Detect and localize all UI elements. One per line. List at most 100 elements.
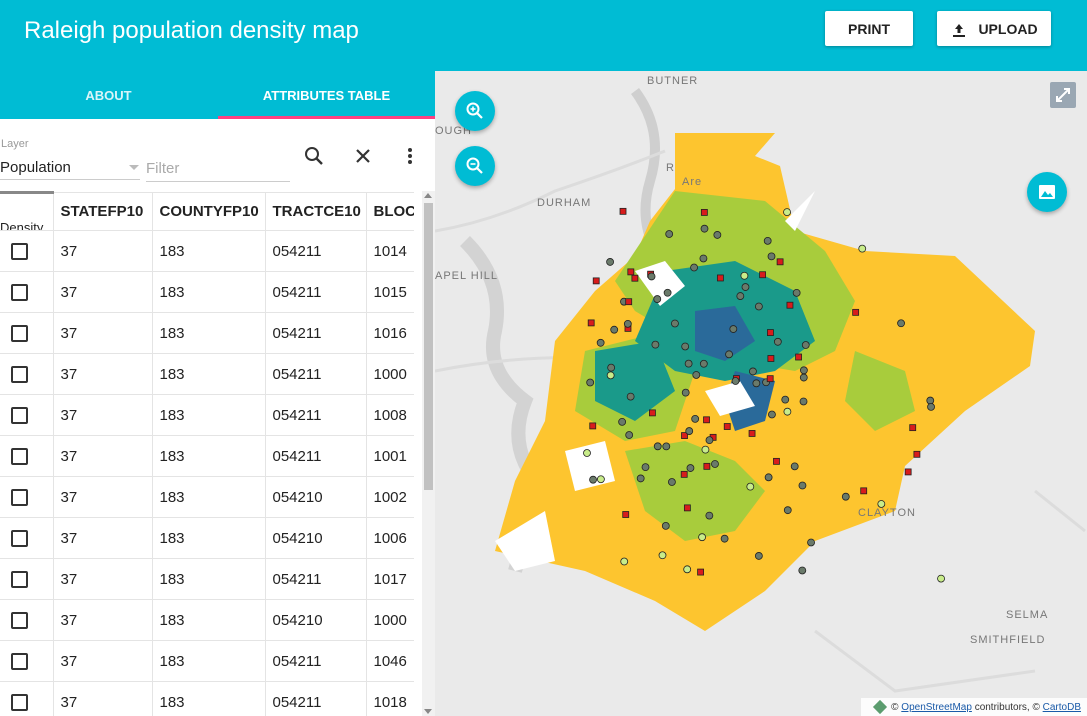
circle-marker <box>841 492 850 501</box>
circle-marker <box>725 350 733 359</box>
table-row[interactable]: 37 183 054211 1000 <box>0 353 414 395</box>
circle-marker <box>768 410 776 419</box>
circle-marker <box>740 271 749 280</box>
attributes-table: Density STATEFP10 COUNTYFP10 TRACTCE10 B… <box>0 191 414 716</box>
select-all-column[interactable]: Density <box>0 191 54 231</box>
table-cell: 1000 <box>366 599 414 641</box>
circle-marker <box>668 478 676 486</box>
circle-marker <box>583 449 591 457</box>
table-row[interactable]: 37 183 054211 1015 <box>0 271 414 313</box>
leaflet-icon <box>873 699 888 715</box>
column-header-countyfp10[interactable]: COUNTYFP10 <box>152 192 266 231</box>
map-view[interactable]: BUTNER DURHAM APEL HILL OUGH CLAYTON SEL… <box>435 71 1087 716</box>
scroll-up-icon[interactable] <box>424 193 432 198</box>
table-cell: 183 <box>152 230 266 272</box>
table-row[interactable]: 37 183 054210 1002 <box>0 476 414 518</box>
table-row[interactable]: 37 183 054211 1018 <box>0 681 414 716</box>
layer-select[interactable]: Population <box>0 156 140 180</box>
circle-marker <box>749 367 757 376</box>
circle-marker <box>596 475 605 484</box>
place-label-clayton: CLAYTON <box>858 507 916 519</box>
circle-marker <box>586 378 595 387</box>
scroll-thumb[interactable] <box>424 203 433 490</box>
row-checkbox[interactable] <box>11 652 28 670</box>
circle-marker <box>684 359 693 368</box>
circle-marker <box>618 417 627 426</box>
row-checkbox[interactable] <box>11 529 28 547</box>
table-row[interactable]: 37 183 054211 1001 <box>0 435 414 477</box>
row-checkbox-cell <box>0 558 54 600</box>
column-header-statefp10[interactable]: STATEFP10 <box>53 192 153 231</box>
row-checkbox[interactable] <box>11 365 28 383</box>
row-checkbox[interactable] <box>11 283 28 301</box>
red-square-marker <box>625 298 633 306</box>
filter-input[interactable] <box>146 156 290 182</box>
table-scrollbar[interactable] <box>422 191 435 716</box>
more-vert-icon[interactable] <box>398 144 422 168</box>
circle-marker <box>663 288 672 297</box>
table-row[interactable]: 37 183 054210 1006 <box>0 517 414 559</box>
osm-link[interactable]: OpenStreetMap <box>901 702 972 713</box>
table-header-row: Density STATEFP10 COUNTYFP10 TRACTCE10 B… <box>0 191 414 231</box>
table-row[interactable]: 37 183 054211 1014 <box>0 230 414 272</box>
table-row[interactable]: 37 183 054211 1016 <box>0 312 414 354</box>
place-label-area: Are <box>682 176 703 188</box>
row-checkbox-cell <box>0 599 54 641</box>
circle-marker <box>662 442 671 451</box>
table-cell: 37 <box>53 435 153 477</box>
table-row[interactable]: 37 183 054210 1000 <box>0 599 414 641</box>
zoom-in-button[interactable] <box>455 91 495 131</box>
circle-marker <box>653 295 662 303</box>
table-cell: 054210 <box>265 517 367 559</box>
row-checkbox[interactable] <box>11 693 28 711</box>
zoom-out-button[interactable] <box>455 146 495 186</box>
red-square-marker <box>680 470 688 478</box>
circle-marker <box>685 427 694 435</box>
place-label-smithfield: SMITHFIELD <box>970 634 1046 646</box>
circle-marker <box>596 338 605 347</box>
row-checkbox[interactable] <box>11 611 28 629</box>
row-checkbox[interactable] <box>11 488 28 506</box>
column-header-bloc[interactable]: BLOC <box>366 192 414 231</box>
place-label-butner: BUTNER <box>647 75 699 87</box>
basemap-button[interactable] <box>1027 172 1067 212</box>
table-cell: 1002 <box>366 476 414 518</box>
table-row[interactable]: 37 183 054211 1046 <box>0 640 414 682</box>
search-icon[interactable] <box>302 144 326 168</box>
circle-marker <box>641 463 650 472</box>
basemap <box>435 88 1086 693</box>
table-row[interactable]: 37 183 054211 1017 <box>0 558 414 600</box>
table-cell: 183 <box>152 394 266 436</box>
upload-button-label: UPLOAD <box>978 20 1038 37</box>
table-cell: 37 <box>53 599 153 641</box>
fullscreen-button[interactable] <box>1050 82 1076 108</box>
circle-marker <box>705 436 714 445</box>
row-checkbox[interactable] <box>11 406 28 424</box>
scroll-down-icon[interactable] <box>424 709 432 714</box>
row-checkbox[interactable] <box>11 324 28 342</box>
row-checkbox[interactable] <box>11 447 28 465</box>
table-cell: 054211 <box>265 435 367 477</box>
red-square-marker <box>913 450 921 458</box>
circle-marker <box>701 445 710 454</box>
table-cell: 37 <box>53 353 153 395</box>
print-button[interactable]: PRINT <box>825 11 913 46</box>
circle-marker <box>658 551 667 560</box>
circle-marker <box>783 208 791 217</box>
row-checkbox[interactable] <box>11 570 28 588</box>
table-cell: 1046 <box>366 640 414 682</box>
circle-marker <box>752 379 761 388</box>
upload-button[interactable]: UPLOAD <box>937 11 1051 46</box>
tab-about[interactable]: ABOUT <box>0 71 217 119</box>
table-cell: 183 <box>152 599 266 641</box>
circle-marker <box>620 557 629 566</box>
row-checkbox[interactable] <box>11 242 28 260</box>
table-cell: 054211 <box>265 312 367 354</box>
carto-link[interactable]: CartoDB <box>1043 702 1081 713</box>
circle-marker <box>610 325 619 334</box>
close-icon[interactable] <box>351 144 375 168</box>
tab-attributes-table[interactable]: ATTRIBUTES TABLE <box>218 71 435 119</box>
table-row[interactable]: 37 183 054211 1008 <box>0 394 414 436</box>
column-header-tractce10[interactable]: TRACTCE10 <box>265 192 367 231</box>
circle-marker <box>691 414 700 423</box>
